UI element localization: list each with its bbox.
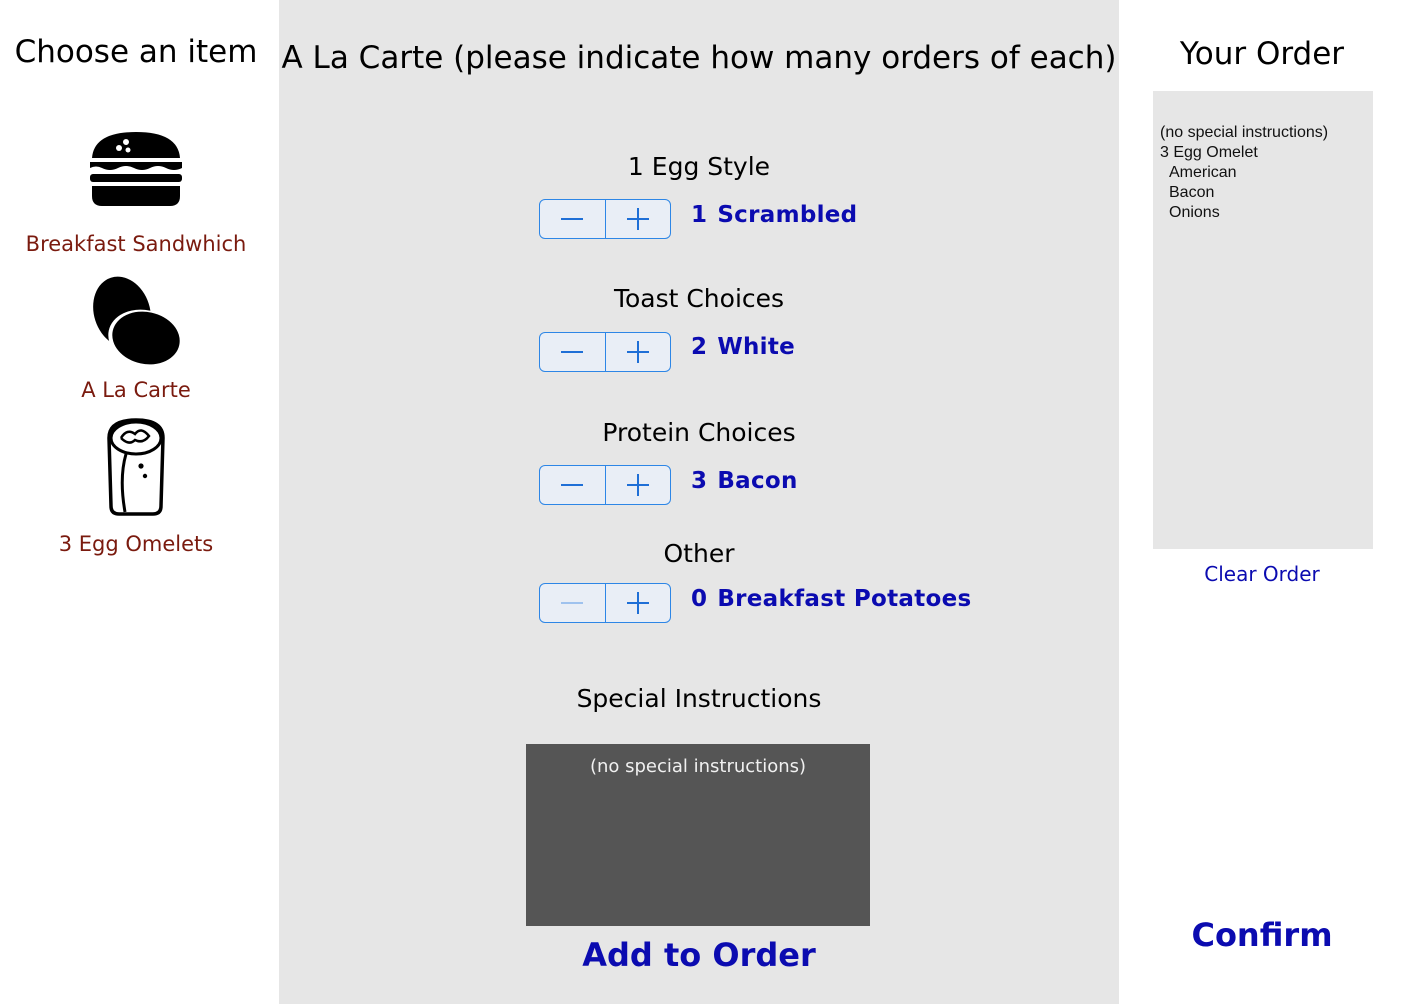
your-order-title: Your Order <box>1179 36 1345 72</box>
decrement-button[interactable] <box>540 333 606 371</box>
burrito-icon <box>107 418 165 516</box>
confirm-button[interactable]: Confirm <box>1120 916 1404 954</box>
special-instructions-title: Special Instructions <box>576 684 822 713</box>
minus-icon <box>561 351 584 353</box>
order-list: (no special instructions) 3 Egg Omelet A… <box>1153 91 1373 549</box>
order-line: 3 Egg Omelet <box>1160 144 1258 161</box>
choose-item-title: Choose an item <box>14 34 258 70</box>
increment-button[interactable] <box>606 200 671 238</box>
add-to-order-button[interactable]: Add to Order <box>279 936 1119 974</box>
plus-icon <box>626 592 649 614</box>
increment-button[interactable] <box>606 466 671 504</box>
order-summary: Your Order (no special instructions) 3 E… <box>1120 0 1404 1004</box>
other-stepper <box>539 583 671 623</box>
minus-icon <box>561 218 584 220</box>
minus-icon <box>561 484 584 486</box>
egg-style-quantity: 1 Scrambled <box>691 202 857 228</box>
quantity-item: Bacon <box>717 468 798 494</box>
menu-item-label: Breakfast Sandwhich <box>25 232 247 256</box>
section-title-toast: Toast Choices <box>613 284 785 313</box>
order-sub-line: American <box>1169 164 1237 181</box>
toast-quantity: 2 White <box>691 334 795 360</box>
menu-item-label: 3 Egg Omelets <box>58 532 214 556</box>
special-instructions-placeholder: (no special instructions) <box>589 756 807 777</box>
clear-order-button[interactable]: Clear Order <box>1120 562 1404 586</box>
special-instructions-input[interactable]: (no special instructions) <box>526 744 870 926</box>
decrement-button[interactable] <box>540 466 606 504</box>
minus-icon <box>561 602 584 604</box>
plus-icon <box>626 341 649 363</box>
other-quantity: 0 Breakfast Potatoes <box>691 586 971 612</box>
egg-style-stepper <box>539 199 671 239</box>
quantity-item: White <box>717 334 796 360</box>
menu-item-3-egg-omelets[interactable]: 3 Egg Omelets <box>0 416 272 556</box>
item-chooser: Choose an item Breakfast Sandwhich A La … <box>0 0 278 1004</box>
protein-stepper <box>539 465 671 505</box>
decrement-button[interactable] <box>540 200 606 238</box>
quantity-count: 3 <box>691 468 708 494</box>
menu-item-label: A La Carte <box>81 378 191 402</box>
section-title-other: Other <box>663 539 735 568</box>
section-title-egg-style: 1 Egg Style <box>627 152 771 181</box>
section-title-protein: Protein Choices <box>602 418 796 447</box>
sandwich-icon <box>90 132 182 206</box>
quantity-count: 1 <box>691 202 708 228</box>
order-sub-line: Bacon <box>1169 184 1215 201</box>
protein-quantity: 3 Bacon <box>691 468 798 494</box>
quantity-count: 0 <box>691 586 708 612</box>
order-line: (no special instructions) <box>1160 124 1329 141</box>
menu-item-a-la-carte[interactable]: A La Carte <box>0 272 272 402</box>
a-la-carte-panel: A La Carte (please indicate how many ord… <box>279 0 1119 1004</box>
quantity-item: Scrambled <box>717 202 858 228</box>
order-sub-line: Onions <box>1169 204 1220 221</box>
quantity-count: 2 <box>691 334 708 360</box>
quantity-item: Breakfast Potatoes <box>717 586 972 612</box>
increment-button[interactable] <box>606 333 671 371</box>
plus-icon <box>626 474 649 496</box>
menu-item-breakfast-sandwich[interactable]: Breakfast Sandwhich <box>0 128 272 256</box>
toast-stepper <box>539 332 671 372</box>
decrement-button[interactable] <box>540 584 606 622</box>
increment-button[interactable] <box>606 584 671 622</box>
page-title: A La Carte (please indicate how many ord… <box>281 40 1117 76</box>
plus-icon <box>626 208 649 230</box>
eggs-icon <box>93 276 180 367</box>
